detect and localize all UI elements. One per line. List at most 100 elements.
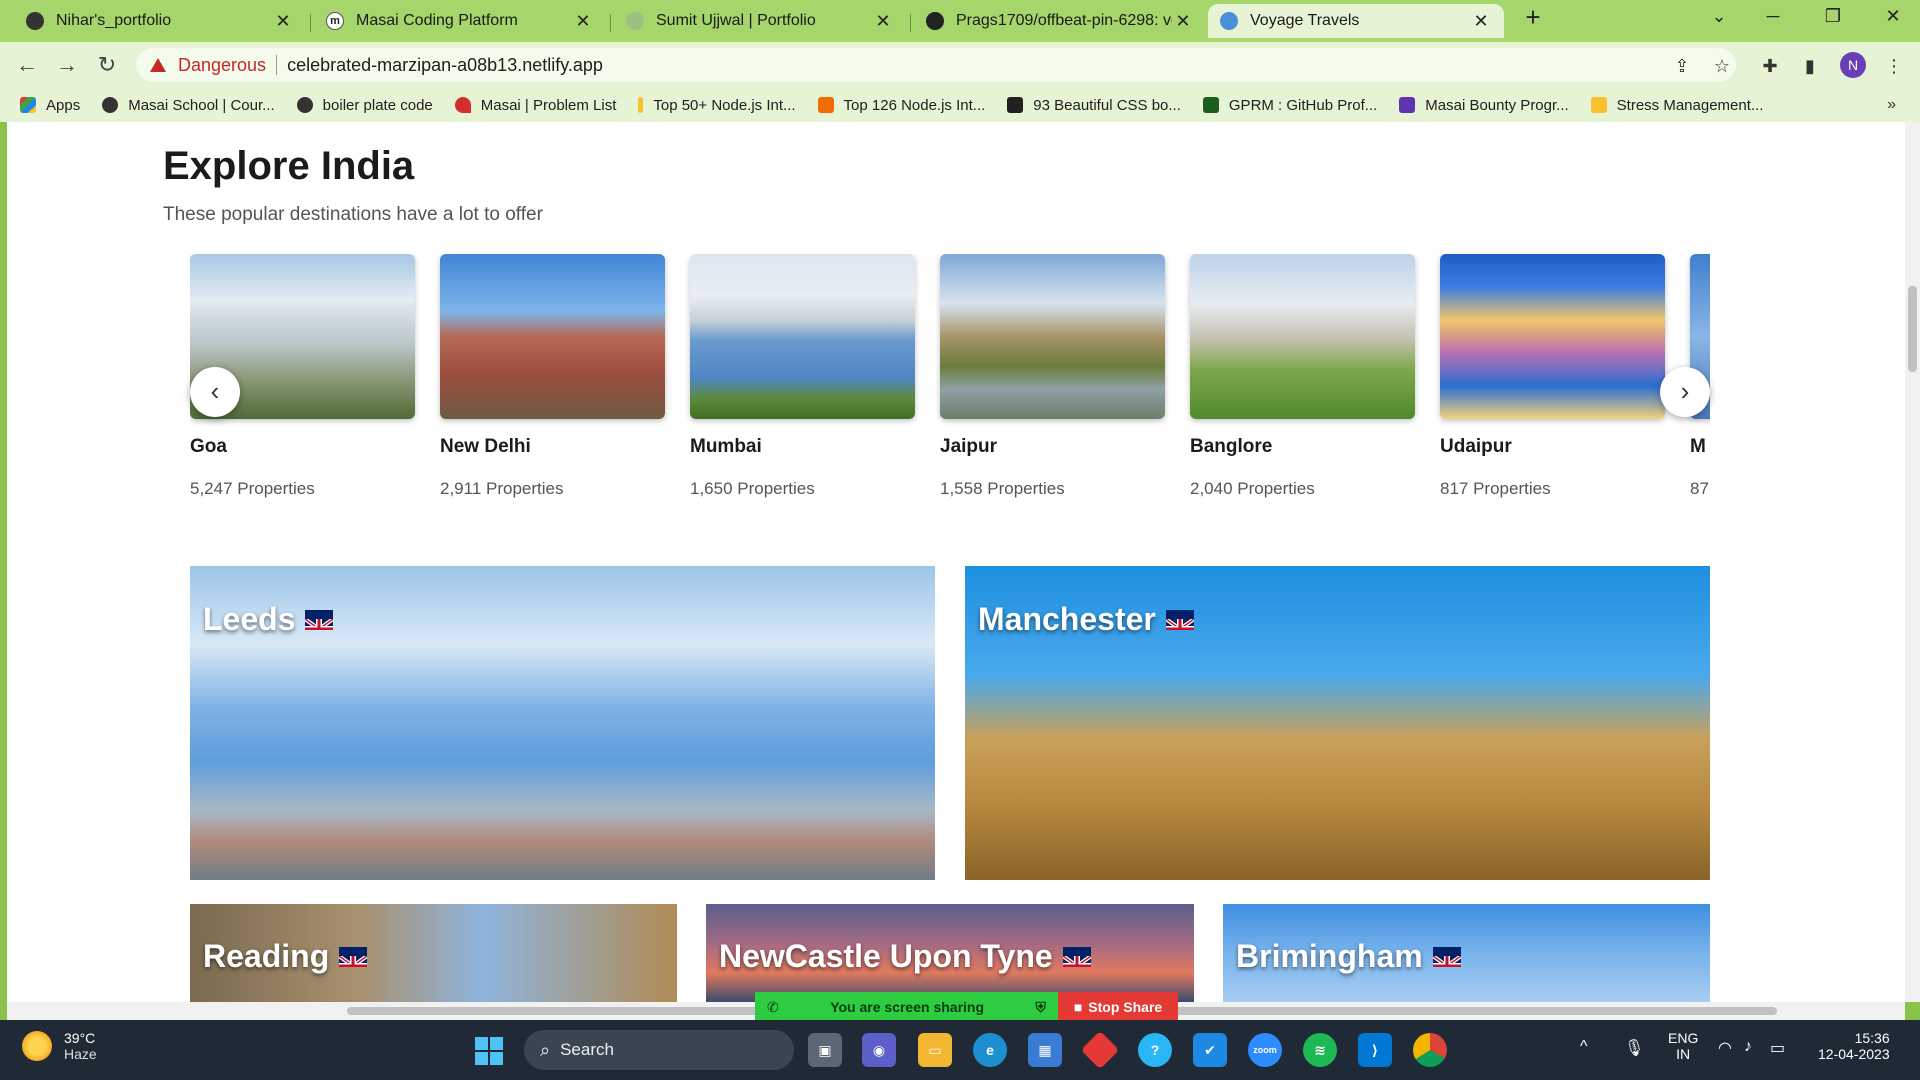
uk-flag-icon (1062, 946, 1091, 967)
bookmark-star-icon[interactable]: ☆ (1710, 54, 1734, 78)
carousel-next-button[interactable]: › (1660, 367, 1710, 417)
screen-share-status: ✆ You are screen sharing ⛨ (755, 992, 1058, 1022)
new-tab-button[interactable]: + (1518, 2, 1548, 33)
list-icon (1399, 97, 1416, 113)
carousel-prev-button[interactable]: ‹ (190, 367, 240, 417)
weather-widget[interactable]: 39°C Haze (22, 1030, 97, 1062)
destination-properties: 2,040 Properties (1190, 479, 1315, 498)
language-indicator[interactable]: ENG IN (1668, 1030, 1698, 1062)
destination-image[interactable] (940, 254, 1165, 419)
folder-icon (1590, 97, 1607, 113)
bookmark-nodejs-126[interactable]: Top 126 Node.js Int... (817, 97, 985, 114)
start-button[interactable] (475, 1037, 503, 1065)
destination-name: Mumbai (690, 436, 762, 457)
profile-avatar[interactable]: N (1840, 52, 1866, 78)
city-name: Leeds (203, 601, 296, 637)
extensions-icon[interactable]: ✚ (1758, 54, 1782, 78)
city-card-leeds[interactable]: Leeds (190, 566, 935, 880)
tab-github-repo[interactable]: Prags1709/offbeat-pin-6298: voy ✕ (914, 4, 1206, 38)
destination-image[interactable] (1440, 254, 1665, 419)
city-name: Manchester (978, 601, 1156, 637)
spotify-icon[interactable]: ≋ (1303, 1033, 1337, 1067)
bookmark-apps[interactable]: Apps (20, 97, 80, 114)
chrome-icon[interactable] (1413, 1033, 1447, 1067)
section-title: Explore India (163, 144, 415, 188)
bookmark-masai-bounty[interactable]: Masai Bounty Progr... (1399, 97, 1569, 114)
vertical-scrollbar[interactable] (1905, 122, 1920, 1002)
task-view-icon[interactable]: ▣ (808, 1033, 842, 1067)
volume-icon[interactable]: ♪ (1744, 1038, 1752, 1056)
wifi-icon[interactable]: ◠ (1718, 1038, 1732, 1058)
scrollbar-thumb[interactable] (1908, 286, 1917, 372)
github-profile-icon (1202, 97, 1219, 113)
city-card-reading[interactable]: Reading (190, 904, 677, 1002)
forward-button[interactable]: → (52, 51, 82, 79)
file-explorer-icon[interactable]: ▭ (918, 1033, 952, 1067)
bookmark-stress-management[interactable]: Stress Management... (1590, 97, 1763, 114)
apps-grid-icon (20, 97, 36, 113)
destination-name: M (1690, 436, 1706, 457)
side-panel-icon[interactable]: ▮ (1798, 54, 1822, 78)
masai-m-icon: m (326, 12, 344, 30)
destination-card-jaipur[interactable]: Jaipur 1,558 Properties (940, 254, 1165, 514)
reload-button[interactable]: ↻ (92, 51, 122, 79)
close-icon[interactable]: ✕ (872, 11, 894, 32)
tab-search-chevron-icon[interactable]: ⌄ (1704, 6, 1734, 27)
battery-icon[interactable]: ▭ (1770, 1038, 1785, 1058)
bookmark-masai-school[interactable]: Masai School | Cour... (102, 97, 275, 114)
destination-carousel: Goa 5,247 Properties New Delhi 2,911 Pro… (190, 254, 1710, 516)
destination-image[interactable] (1190, 254, 1415, 419)
todo-check-icon[interactable]: ✔ (1193, 1033, 1227, 1067)
taskbar-search[interactable]: ⌕ Search (524, 1030, 794, 1070)
vscode-icon[interactable]: ⟩ (1358, 1033, 1392, 1067)
share-icon[interactable]: ⇪ (1670, 54, 1694, 78)
security-status[interactable]: Dangerous (178, 55, 266, 76)
tab-voyage-travels[interactable]: Voyage Travels ✕ (1208, 4, 1504, 38)
close-icon[interactable]: ✕ (272, 11, 294, 32)
bookmark-gprm[interactable]: GPRM : GitHub Prof... (1202, 97, 1377, 114)
city-card-newcastle[interactable]: NewCastle Upon Tyne (706, 904, 1194, 1002)
stop-share-button[interactable]: ■ Stop Share (1058, 992, 1178, 1022)
menu-kebab-icon[interactable]: ⋮ (1882, 54, 1906, 78)
microphone-icon[interactable]: 🎙 (1624, 1038, 1644, 1058)
close-icon[interactable]: ✕ (1172, 11, 1194, 32)
page-icon (626, 12, 644, 30)
city-card-brimingham[interactable]: Brimingham (1223, 904, 1710, 1002)
clock[interactable]: 15:36 12-04-2023 (1818, 1030, 1890, 1062)
close-icon[interactable]: ✕ (572, 11, 594, 32)
city-name: Brimingham (1236, 938, 1423, 974)
weather-temperature: 39°C (64, 1030, 96, 1046)
destination-image[interactable] (440, 254, 665, 419)
tab-sumit-ujjwal-portfolio[interactable]: Sumit Ujjwal | Portfolio ✕ (614, 4, 906, 38)
destination-card-mumbai[interactable]: Mumbai 1,650 Properties (690, 254, 915, 514)
close-icon[interactable]: ✕ (1470, 11, 1492, 32)
address-bar[interactable]: Dangerous celebrated-marzipan-a08b13.net… (136, 48, 1736, 82)
weather-haze-icon (22, 1031, 52, 1061)
tray-overflow-chevron-icon[interactable]: ^ (1580, 1038, 1588, 1056)
teams-chat-icon[interactable]: ◉ (862, 1033, 896, 1067)
cursor-icon (1007, 97, 1024, 113)
anydesk-icon[interactable] (1080, 1030, 1120, 1070)
minimize-button[interactable]: ─ (1758, 6, 1788, 27)
destination-card-udaipur[interactable]: Udaipur 817 Properties (1440, 254, 1665, 514)
restore-button[interactable]: ❐ (1818, 6, 1848, 27)
help-icon[interactable]: ? (1138, 1033, 1172, 1067)
edge-browser-icon[interactable]: e (973, 1033, 1007, 1067)
back-button[interactable]: ← (12, 51, 42, 79)
city-card-manchester[interactable]: Manchester (965, 566, 1710, 880)
zoom-icon[interactable]: zoom (1248, 1033, 1282, 1067)
tab-masai-coding-platform[interactable]: m Masai Coding Platform ✕ (314, 4, 606, 38)
bookmark-css-borders[interactable]: 93 Beautiful CSS bo... (1007, 97, 1181, 114)
warning-icon (150, 58, 166, 72)
bookmark-masai-problem-list[interactable]: Masai | Problem List (454, 97, 616, 114)
bookmark-boiler-plate[interactable]: boiler plate code (296, 97, 433, 114)
tab-nihars-portfolio[interactable]: Nihar's_portfolio ✕ (14, 4, 306, 38)
destination-card-banglore[interactable]: Banglore 2,040 Properties (1190, 254, 1415, 514)
microsoft-store-icon[interactable]: ▦ (1028, 1033, 1062, 1067)
destination-image[interactable] (690, 254, 915, 419)
url-text[interactable]: celebrated-marzipan-a08b13.netlify.app (287, 55, 603, 76)
bookmarks-overflow-chevron-icon[interactable]: » (1887, 96, 1896, 114)
window-close-button[interactable]: ✕ (1878, 6, 1908, 27)
destination-card-new-delhi[interactable]: New Delhi 2,911 Properties (440, 254, 665, 514)
bookmark-nodejs-50[interactable]: Top 50+ Node.js Int... (638, 97, 796, 114)
